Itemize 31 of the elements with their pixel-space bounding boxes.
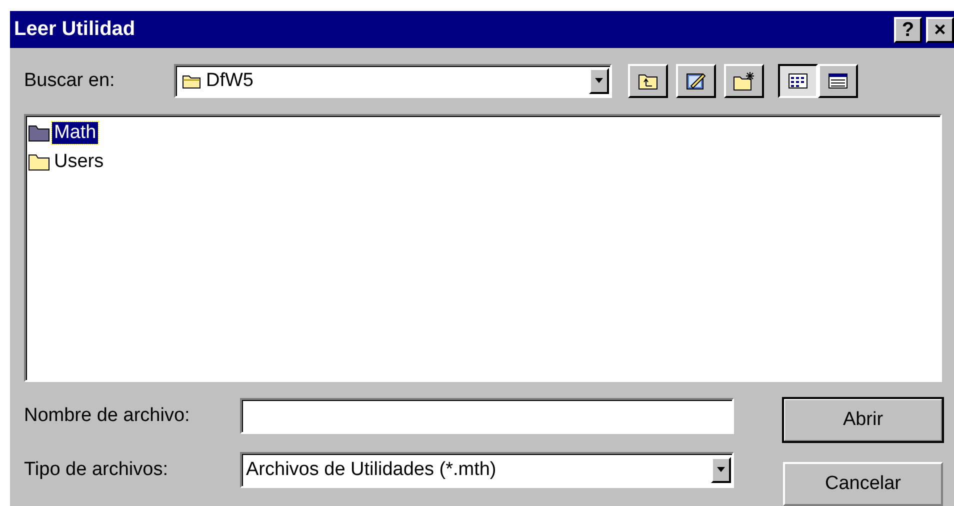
look-in-label: Buscar en: xyxy=(24,70,116,92)
file-type-label: Tipo de archivos: xyxy=(24,459,169,481)
up-folder-icon xyxy=(638,72,658,90)
file-type-dropdown[interactable]: Archivos de Utilidades (*.mth) xyxy=(240,452,734,488)
folder-icon xyxy=(28,124,50,142)
up-folder-button[interactable] xyxy=(628,64,668,98)
new-folder-icon xyxy=(733,71,755,91)
open-button[interactable]: Abrir xyxy=(783,398,943,442)
window-title: Leer Utilidad xyxy=(14,18,136,41)
folder-item[interactable]: Users xyxy=(28,147,106,176)
file-type-value: Archivos de Utilidades (*.mth) xyxy=(245,459,498,481)
folder-icon xyxy=(28,152,50,170)
list-view-icon xyxy=(788,73,808,89)
details-view-icon xyxy=(828,73,848,89)
help-button[interactable]: ? xyxy=(894,16,922,42)
pencil-icon xyxy=(685,71,707,91)
folder-icon xyxy=(182,73,202,89)
folder-name: Users xyxy=(53,150,105,172)
file-list[interactable]: Math Users xyxy=(24,114,942,382)
folder-item[interactable]: Math xyxy=(28,118,98,147)
details-view-button[interactable] xyxy=(818,64,858,98)
cancel-button[interactable]: Cancelar xyxy=(783,462,943,506)
edit-button[interactable] xyxy=(676,64,716,98)
list-view-button[interactable] xyxy=(778,64,818,98)
file-name-field[interactable] xyxy=(240,398,734,434)
new-folder-button[interactable] xyxy=(724,64,764,98)
look-in-dropdown[interactable]: DfW5 xyxy=(174,64,612,98)
file-name-label: Nombre de archivo: xyxy=(24,405,191,427)
folder-name: Math xyxy=(52,122,98,144)
close-button[interactable]: × xyxy=(926,16,954,42)
look-in-value: DfW5 xyxy=(206,70,254,92)
